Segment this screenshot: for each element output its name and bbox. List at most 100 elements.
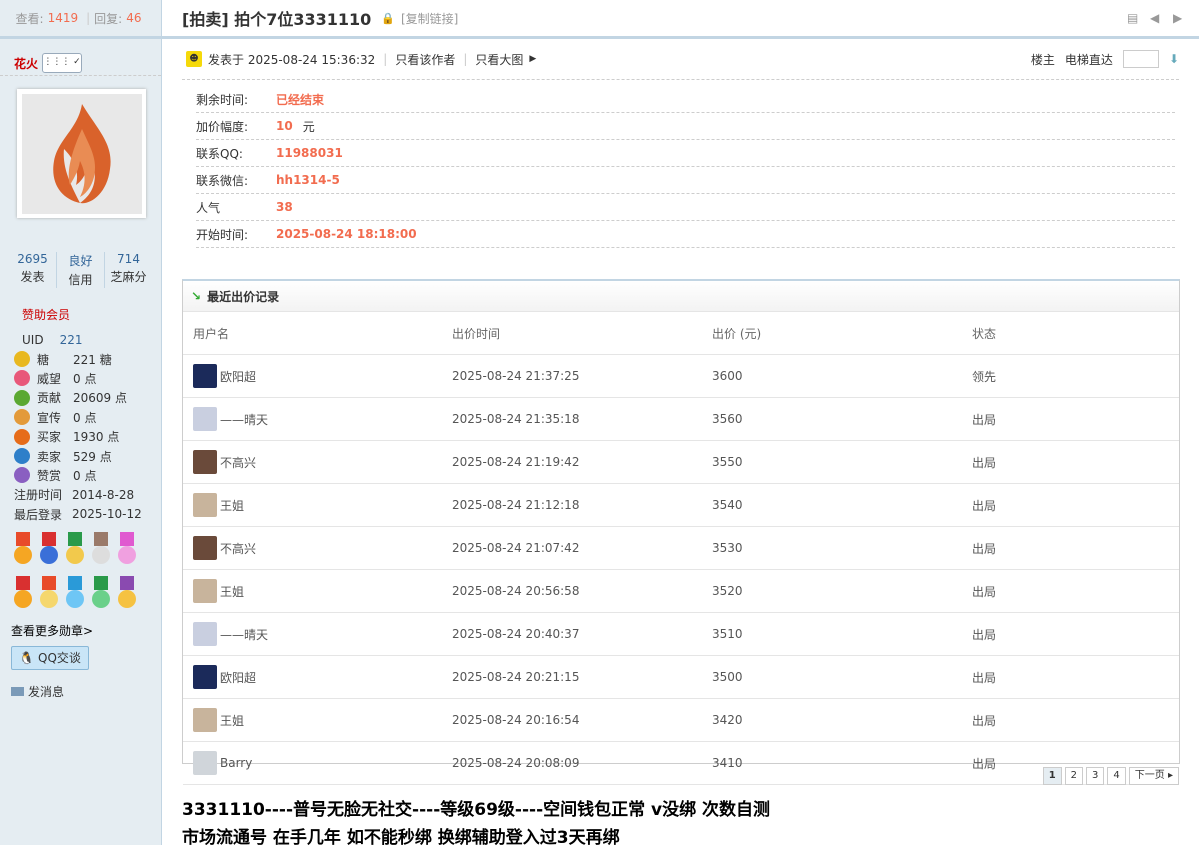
bidder-name[interactable]: ——晴天	[220, 411, 268, 428]
reg-row: 注册时间 2014-8-28	[14, 485, 161, 504]
bidder-avatar[interactable]	[193, 708, 217, 732]
bidder[interactable]: 不高兴	[193, 536, 441, 560]
bidder-name[interactable]: ——晴天	[220, 626, 268, 643]
user-group[interactable]: 赞助会员	[22, 306, 161, 323]
bidder-avatar[interactable]	[193, 622, 217, 646]
auction-row: 联系微信: hh1314-5	[196, 167, 1175, 194]
auction-unit: 元	[302, 119, 315, 134]
info-row: 卖家 529 点	[14, 446, 161, 465]
bidder[interactable]: ——晴天	[193, 407, 441, 431]
author-name[interactable]: 花火	[14, 55, 38, 72]
avatar[interactable]	[17, 89, 146, 218]
bidder-name[interactable]: 欧阳超	[220, 669, 256, 686]
medal-icon[interactable]	[64, 575, 86, 612]
table-row: ——晴天 2025-08-24 20:40:37 3510 出局	[183, 612, 1179, 656]
uid-value[interactable]: 221	[60, 333, 83, 347]
print-icon[interactable]: ▤	[1127, 12, 1141, 24]
bidder[interactable]: Barry	[193, 751, 441, 775]
bidder-name[interactable]: 王姐	[220, 497, 244, 514]
penguin-icon: 🐧	[19, 650, 35, 665]
bidder-avatar[interactable]	[193, 407, 217, 431]
bid-time: 2025-08-24 20:21:15	[442, 655, 702, 699]
medal-icon[interactable]	[116, 531, 138, 568]
lock-icon: 🔒	[381, 11, 395, 25]
credit-value[interactable]: 良好	[57, 252, 104, 269]
big-image-link[interactable]: 只看大图	[475, 51, 523, 68]
medal-icon[interactable]	[64, 531, 86, 568]
bidder-avatar[interactable]	[193, 493, 217, 517]
copy-link-button[interactable]: [复制链接]	[401, 10, 458, 27]
bidder-name[interactable]: Barry	[220, 756, 252, 770]
content-line: 市场流通号 在手几年 如不能秒绑 换绑辅助登入过3天再绑	[182, 828, 620, 848]
next-page-button[interactable]: 下一页 ▸	[1128, 767, 1179, 785]
envelope-icon	[11, 686, 24, 696]
info-value: 221 糖	[73, 352, 112, 367]
auction-value: 已经结束	[276, 92, 325, 107]
posts-value[interactable]: 2695	[9, 252, 56, 266]
page-2-button[interactable]: 2	[1064, 767, 1084, 785]
bidder[interactable]: 不高兴	[193, 450, 441, 474]
bidder-name[interactable]: 不高兴	[220, 540, 256, 557]
bidder-cell: 王姐	[183, 698, 442, 742]
bidder-name[interactable]: 王姐	[220, 583, 244, 600]
auction-row: 剩余时间: 已经结束	[196, 86, 1175, 113]
medal-icon[interactable]	[12, 575, 34, 612]
views-label: 查看:	[15, 11, 44, 26]
info-row: 宣传 0 点	[14, 408, 161, 427]
bidder-name[interactable]: 欧阳超	[220, 368, 256, 385]
auction-info: 剩余时间: 已经结束 加价幅度: 10 元联系QQ: 11988031 联系微信: hh131…	[196, 86, 1175, 248]
info-value: 20609 点	[73, 391, 127, 406]
medal-icon[interactable]	[38, 531, 60, 568]
bid-status: 领先	[962, 354, 1179, 398]
bidder-avatar[interactable]	[193, 364, 217, 388]
bidder[interactable]: ——晴天	[193, 622, 441, 646]
sesame-value[interactable]: 714	[105, 252, 152, 266]
diamond-icon	[14, 448, 30, 465]
info-label: 卖家	[37, 449, 62, 464]
bidder-avatar[interactable]	[193, 450, 217, 474]
arrow-down-icon[interactable]: ⬇	[1169, 52, 1179, 66]
bidder-avatar[interactable]	[193, 579, 217, 603]
bidder[interactable]: 王姐	[193, 493, 441, 517]
info-rows: 糖 221 糖威望 0 点贡献 20609 点宣传 0 点买家 1930 点卖家 529 点…	[14, 349, 161, 485]
page-3-button[interactable]: 3	[1086, 767, 1105, 785]
medal-grid	[12, 531, 161, 612]
only-author-link[interactable]: 只看该作者	[395, 51, 455, 68]
medal-icon[interactable]	[90, 575, 112, 612]
bidder-avatar[interactable]	[193, 536, 217, 560]
bidder-avatar[interactable]	[193, 665, 217, 689]
bidder[interactable]: 欧阳超	[193, 364, 441, 388]
auction-label: 联系微信:	[196, 173, 249, 188]
author-badge-icon: ☻	[186, 51, 202, 67]
elevator-input[interactable]	[1122, 50, 1159, 68]
bidder-name[interactable]: 王姐	[220, 712, 244, 729]
medal-icon[interactable]	[116, 575, 138, 612]
content-line: 3331110----普号无脸无社交----等级69级----空间钱包正常 v没…	[182, 800, 771, 820]
medal-icon[interactable]	[90, 531, 112, 568]
bidder[interactable]: 王姐	[193, 579, 441, 603]
send-message-link[interactable]: 发消息	[11, 683, 161, 700]
thread-title: [拍卖] 拍个7位3331110	[182, 10, 372, 29]
page-4-button[interactable]: 4	[1107, 767, 1126, 785]
bidder-name[interactable]: 不高兴	[220, 454, 256, 471]
heart-icon	[14, 370, 30, 387]
bidder-avatar[interactable]	[193, 751, 217, 775]
prev-thread-icon[interactable]: ◀	[1150, 12, 1164, 24]
post-meta-bar: ☻ 发表于 2025-08-24 15:36:32 | 只看该作者 | 只看大图…	[182, 39, 1179, 80]
medal-icon[interactable]	[12, 531, 34, 568]
bidder[interactable]: 欧阳超	[193, 665, 441, 689]
page-1-button[interactable]: 1	[1042, 767, 1062, 785]
bidder[interactable]: 王姐	[193, 708, 441, 732]
table-row: 欧阳超 2025-08-24 21:37:25 3600 领先	[183, 354, 1179, 398]
bid-time: 2025-08-24 20:08:09	[442, 741, 702, 785]
qq-chat-button[interactable]: 🐧 QQ交谈	[11, 645, 89, 670]
table-row: ——晴天 2025-08-24 21:35:18 3560 出局	[183, 397, 1179, 441]
medal-icon[interactable]	[38, 575, 60, 612]
auction-label: 加价幅度:	[196, 119, 249, 134]
bid-price: 3530	[702, 526, 962, 570]
more-medals-link[interactable]: 查看更多勋章>	[11, 622, 161, 639]
bidder-cell: 不高兴	[183, 440, 442, 484]
table-row: 王姐 2025-08-24 20:56:58 3520 出局	[183, 569, 1179, 613]
next-thread-icon[interactable]: ▶	[1173, 12, 1187, 24]
bid-time: 2025-08-24 21:35:18	[442, 397, 702, 441]
